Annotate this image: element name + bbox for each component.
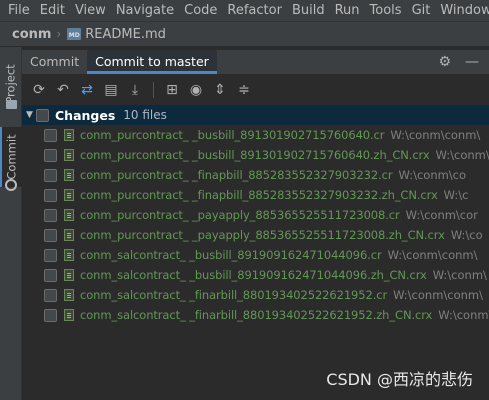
gear-icon[interactable]: ⚙ xyxy=(438,54,451,70)
list-item[interactable]: conm_purcontract_ _payapply_885365525511… xyxy=(22,225,489,245)
rollback-icon[interactable]: ↶ xyxy=(54,81,72,99)
breadcrumb-project[interactable]: conm xyxy=(12,27,51,42)
list-item[interactable]: conm_salcontract_ _busbill_8919091624710… xyxy=(22,245,489,265)
menu-file[interactable]: File xyxy=(4,0,34,21)
list-item[interactable]: conm_purcontract_ _busbill_8913019027157… xyxy=(22,145,489,165)
group-by-icon[interactable]: ⊞ xyxy=(163,81,181,99)
side-tab-commit-label: Commit xyxy=(5,134,19,180)
list-item[interactable]: conm_purcontract_ _finapbill_88528355232… xyxy=(22,185,489,205)
menu-bar: File Edit View Navigate Code Refactor Bu… xyxy=(0,0,489,21)
file-checkbox[interactable] xyxy=(44,288,57,302)
collapse-all-icon[interactable]: ≑ xyxy=(235,81,253,99)
text-file-icon xyxy=(64,169,74,181)
markdown-file-icon: MD xyxy=(67,28,82,40)
menu-run[interactable]: Run xyxy=(331,0,364,21)
file-name: conm_purcontract_ _payapply_885365525511… xyxy=(80,208,400,222)
side-tab-commit[interactable]: Commit xyxy=(0,127,22,187)
menu-window[interactable]: Window xyxy=(436,0,489,21)
update-icon[interactable]: ⤓ xyxy=(126,81,144,99)
list-item[interactable]: conm_purcontract_ _busbill_8913019027157… xyxy=(22,125,489,145)
expand-all-icon[interactable]: ⇕ xyxy=(211,81,229,99)
commit-tab-bar: Commit Commit to master ⚙ — xyxy=(22,50,489,74)
menu-code[interactable]: Code xyxy=(180,0,221,21)
file-path: W:\conm\ xyxy=(435,148,489,162)
text-file-icon xyxy=(64,249,74,261)
text-file-icon xyxy=(64,149,74,161)
changed-files-list: conm_purcontract_ _busbill_8913019027157… xyxy=(22,125,489,325)
file-name: conm_salcontract_ _busbill_8919091624710… xyxy=(80,268,427,282)
menu-tools[interactable]: Tools xyxy=(366,0,406,21)
text-file-icon xyxy=(64,189,74,201)
file-path: W:\conm\ xyxy=(438,308,489,322)
menu-git[interactable]: Git xyxy=(408,0,435,21)
file-checkbox[interactable] xyxy=(44,308,57,322)
file-checkbox[interactable] xyxy=(44,208,57,222)
tab-tools: ⚙ — xyxy=(438,50,489,74)
menu-navigate[interactable]: Navigate xyxy=(112,0,178,21)
file-path: W:\conm\ xyxy=(432,268,487,282)
file-path: W:\co xyxy=(450,228,483,242)
file-checkbox[interactable] xyxy=(44,248,57,262)
menu-refactor[interactable]: Refactor xyxy=(223,0,286,21)
breadcrumb-file[interactable]: README.md xyxy=(85,27,166,42)
commit-toolbar: ⟳ ↶ ⇄ ▤ ⤓ ⊞ ◉ ⇕ ≑ xyxy=(22,78,489,102)
file-name: conm_salcontract_ _busbill_8919091624710… xyxy=(80,248,382,262)
changes-checkbox[interactable] xyxy=(36,108,49,122)
tab-commit[interactable]: Commit xyxy=(22,50,87,74)
file-checkbox[interactable] xyxy=(44,168,57,182)
left-tool-strip: Project Commit xyxy=(0,47,22,400)
menu-view[interactable]: View xyxy=(71,0,110,21)
file-checkbox[interactable] xyxy=(44,268,57,282)
breadcrumb-separator: › xyxy=(56,27,62,41)
list-item[interactable]: conm_salcontract_ _finarbill_88019340252… xyxy=(22,285,489,305)
text-file-icon xyxy=(64,209,74,221)
file-name: conm_salcontract_ _finarbill_88019340252… xyxy=(80,308,433,322)
list-item[interactable]: conm_purcontract_ _finapbill_88528355232… xyxy=(22,165,489,185)
refresh-icon[interactable]: ⟳ xyxy=(30,81,48,99)
list-item[interactable]: conm_salcontract_ _busbill_8919091624710… xyxy=(22,265,489,285)
file-path: W:\conm\conm\ xyxy=(390,128,481,142)
tab-commit-to-master[interactable]: Commit to master xyxy=(87,50,217,74)
text-file-icon xyxy=(64,269,74,281)
changelist-icon[interactable]: ▤ xyxy=(102,81,120,99)
changes-label: Changes xyxy=(55,107,116,123)
breadcrumb: conm › MD README.md xyxy=(0,21,489,46)
side-tab-project-label: Project xyxy=(4,64,19,104)
file-path: W:\conm\cor xyxy=(405,208,478,222)
file-name: conm_purcontract_ _busbill_8913019027157… xyxy=(80,128,385,142)
file-path: W:\conm\conm\ xyxy=(387,248,478,262)
minimize-icon[interactable]: — xyxy=(465,54,479,70)
file-checkbox[interactable] xyxy=(44,148,57,162)
list-item[interactable]: conm_purcontract_ _payapply_885365525511… xyxy=(22,205,489,225)
show-diff-icon[interactable]: ⇄ xyxy=(78,81,96,99)
text-file-icon xyxy=(64,309,74,321)
file-name: conm_purcontract_ _finapbill_88528355232… xyxy=(80,168,393,182)
watermark: CSDN @西凉的悲伤 xyxy=(326,370,473,389)
chevron-down-icon[interactable]: ▼ xyxy=(26,110,36,120)
menu-edit[interactable]: Edit xyxy=(36,0,69,21)
file-checkbox[interactable] xyxy=(44,128,57,142)
text-file-icon xyxy=(64,229,74,241)
file-checkbox[interactable] xyxy=(44,188,57,202)
file-path: W:\c xyxy=(443,188,469,202)
file-checkbox[interactable] xyxy=(44,228,57,242)
changes-group-header[interactable]: ▼ Changes 10 files xyxy=(22,105,489,125)
file-name: conm_purcontract_ _finapbill_88528355232… xyxy=(80,188,438,202)
folder-icon xyxy=(6,100,17,109)
view-options-icon[interactable]: ◉ xyxy=(187,81,205,99)
file-path: W:\conm\co xyxy=(398,168,467,182)
file-name: conm_purcontract_ _payapply_885365525511… xyxy=(80,228,445,242)
changes-count: 10 files xyxy=(123,108,167,122)
toolbar-separator xyxy=(153,82,154,98)
file-name: conm_salcontract_ _finarbill_88019340252… xyxy=(80,288,388,302)
commit-icon xyxy=(5,179,17,191)
text-file-icon xyxy=(64,289,74,301)
file-name: conm_purcontract_ _busbill_8913019027157… xyxy=(80,148,430,162)
menu-build[interactable]: Build xyxy=(288,0,329,21)
text-file-icon xyxy=(64,129,74,141)
list-item[interactable]: conm_salcontract_ _finarbill_88019340252… xyxy=(22,305,489,325)
file-path: W:\conm\conm\ xyxy=(393,288,484,302)
